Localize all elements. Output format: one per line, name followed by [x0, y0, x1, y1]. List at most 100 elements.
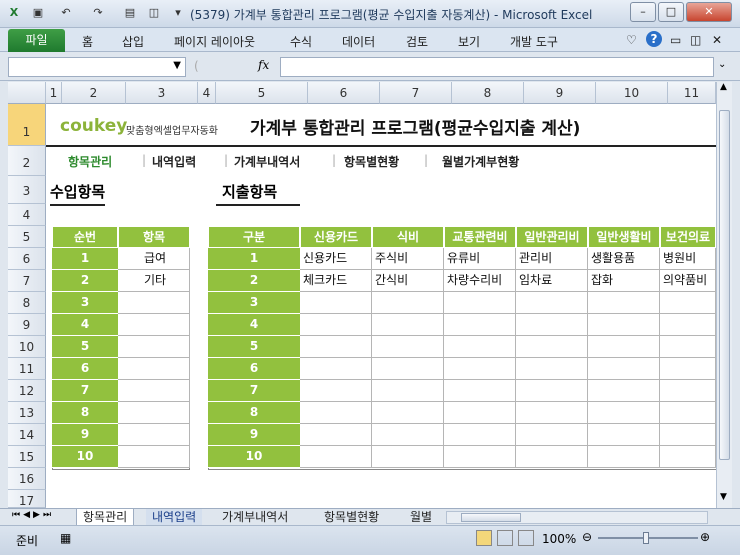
expense-index-cell[interactable]: 2	[208, 270, 300, 292]
zoom-slider-thumb[interactable]	[643, 532, 649, 544]
zoom-out-icon[interactable]: ⊖	[582, 530, 592, 544]
workbook-close-icon[interactable]: ✕	[712, 33, 722, 47]
expense-item-cell[interactable]	[300, 446, 372, 468]
zoom-in-icon[interactable]: ⊕	[700, 530, 710, 544]
income-index-cell[interactable]: 4	[52, 314, 118, 336]
row-header[interactable]: 15	[8, 446, 46, 468]
nav-item-monthly[interactable]: 월별가계부현황	[442, 153, 519, 170]
expense-index-cell[interactable]: 3	[208, 292, 300, 314]
formula-input[interactable]	[280, 57, 714, 77]
expense-item-cell[interactable]: 체크카드	[300, 270, 372, 292]
expense-item-cell[interactable]: 잡화	[588, 270, 660, 292]
expense-item-cell[interactable]	[372, 380, 444, 402]
income-item-cell[interactable]	[118, 424, 190, 446]
expense-item-cell[interactable]	[372, 336, 444, 358]
expense-item-cell[interactable]	[300, 314, 372, 336]
expense-item-cell[interactable]	[444, 358, 516, 380]
expense-item-cell[interactable]	[588, 314, 660, 336]
excel-icon[interactable]: X	[6, 5, 22, 21]
expense-item-cell[interactable]: 의약품비	[660, 270, 716, 292]
expense-index-cell[interactable]: 5	[208, 336, 300, 358]
tab-file[interactable]: 파일	[8, 29, 65, 52]
income-index-cell[interactable]: 5	[52, 336, 118, 358]
column-header[interactable]: 11	[668, 82, 716, 104]
ribbon-collapse-icon[interactable]: ♡	[626, 33, 637, 47]
undo-icon[interactable]: ↶	[58, 5, 74, 21]
expense-item-cell[interactable]: 신용카드	[300, 248, 372, 270]
column-header[interactable]: 2	[62, 82, 126, 104]
row-header[interactable]: 1	[8, 104, 46, 146]
expense-item-cell[interactable]	[588, 358, 660, 380]
row-header[interactable]: 2	[8, 146, 46, 176]
name-box[interactable]: ▼	[8, 57, 186, 77]
expense-item-cell[interactable]	[588, 446, 660, 468]
formula-expand-icon[interactable]: (	[194, 59, 199, 73]
help-icon[interactable]: ?	[646, 31, 662, 47]
income-item-cell[interactable]	[118, 446, 190, 468]
sheet-tab-entry[interactable]: 내역입력	[146, 509, 203, 526]
expense-item-cell[interactable]	[588, 380, 660, 402]
income-item-cell[interactable]	[118, 292, 190, 314]
expense-item-cell[interactable]	[516, 314, 588, 336]
column-header[interactable]: 6	[308, 82, 380, 104]
expense-item-cell[interactable]	[516, 358, 588, 380]
sheet-nav-arrows-icon[interactable]: ⏮◀▶⏭	[12, 510, 54, 520]
expense-item-cell[interactable]	[372, 358, 444, 380]
expense-item-cell[interactable]	[372, 424, 444, 446]
expense-item-cell[interactable]	[300, 336, 372, 358]
row-header[interactable]: 17	[8, 490, 46, 508]
income-index-cell[interactable]: 8	[52, 402, 118, 424]
row-header[interactable]: 5	[8, 226, 46, 248]
expense-item-cell[interactable]	[660, 402, 716, 424]
column-header[interactable]: 5	[216, 82, 308, 104]
row-header[interactable]: 14	[8, 424, 46, 446]
scroll-down-icon[interactable]: ▼	[720, 492, 727, 502]
redo-icon[interactable]: ↷	[90, 5, 106, 21]
row-header[interactable]: 11	[8, 358, 46, 380]
maximize-button[interactable]: □	[658, 2, 684, 22]
tab-data[interactable]: 데이터	[342, 33, 375, 50]
expense-item-cell[interactable]	[300, 358, 372, 380]
row-header[interactable]: 7	[8, 270, 46, 292]
expense-item-cell[interactable]: 관리비	[516, 248, 588, 270]
income-item-cell[interactable]	[118, 358, 190, 380]
macro-record-icon[interactable]: ▦	[60, 531, 71, 545]
camera-icon[interactable]: ◫	[146, 5, 162, 21]
expense-item-cell[interactable]	[444, 314, 516, 336]
nav-item-entry[interactable]: 내역입력	[152, 153, 196, 170]
tab-home[interactable]: 홈	[82, 33, 93, 50]
expense-item-cell[interactable]: 병원비	[660, 248, 716, 270]
income-item-cell[interactable]	[118, 336, 190, 358]
formula-bar-expand-icon[interactable]: ⌄	[718, 59, 726, 70]
income-item-cell[interactable]	[118, 380, 190, 402]
zoom-slider[interactable]	[598, 532, 698, 544]
column-header[interactable]: 10	[596, 82, 668, 104]
expense-item-cell[interactable]	[516, 446, 588, 468]
vertical-scrollbar[interactable]: ▲ ▼	[716, 82, 732, 508]
expense-item-cell[interactable]	[588, 424, 660, 446]
expense-item-cell[interactable]	[444, 336, 516, 358]
page-layout-view-icon[interactable]	[497, 530, 513, 546]
expense-item-cell[interactable]	[372, 292, 444, 314]
expense-item-cell[interactable]	[516, 336, 588, 358]
expense-index-cell[interactable]: 9	[208, 424, 300, 446]
nav-item-manage[interactable]: 항목관리	[68, 153, 112, 170]
expense-item-cell[interactable]	[444, 292, 516, 314]
row-header[interactable]: 12	[8, 380, 46, 402]
expense-item-cell[interactable]: 생활용품	[588, 248, 660, 270]
expense-item-cell[interactable]	[516, 292, 588, 314]
close-button[interactable]: ✕	[686, 2, 732, 22]
name-box-dropdown-icon[interactable]: ▼	[173, 60, 181, 71]
sheet-tab-by-category[interactable]: 항목별현황	[318, 509, 385, 526]
expense-item-cell[interactable]: 유류비	[444, 248, 516, 270]
expense-item-cell[interactable]	[444, 380, 516, 402]
expense-item-cell[interactable]	[660, 358, 716, 380]
expense-item-cell[interactable]	[372, 446, 444, 468]
expense-item-cell[interactable]	[300, 402, 372, 424]
expense-item-cell[interactable]	[516, 424, 588, 446]
expense-item-cell[interactable]	[660, 446, 716, 468]
expense-item-cell[interactable]	[588, 292, 660, 314]
income-item-cell[interactable]: 기타	[118, 270, 190, 292]
expense-item-cell[interactable]	[660, 424, 716, 446]
sheet-tab-monthly[interactable]: 월별	[404, 509, 438, 526]
